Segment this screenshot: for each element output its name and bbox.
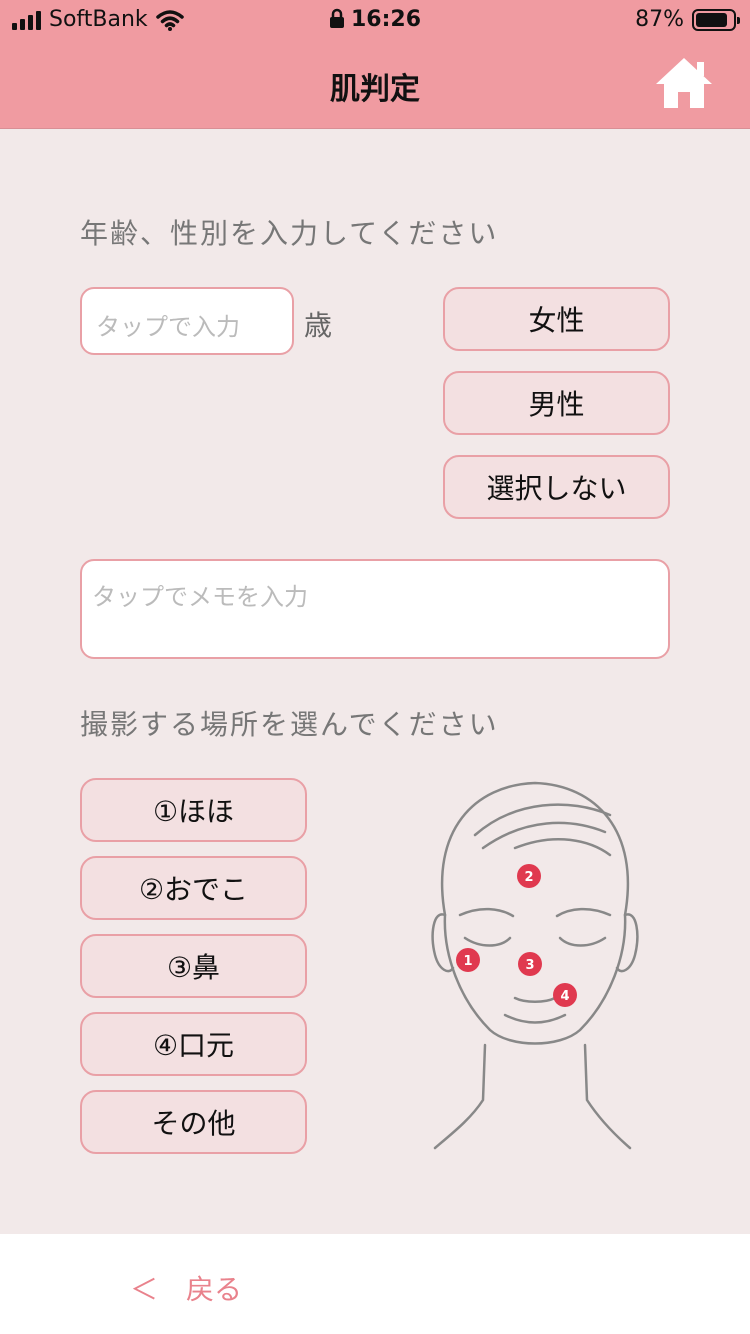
location-mouth-button[interactable]: ④口元 [80, 1012, 307, 1076]
nav-bar: 肌判定 [0, 40, 750, 129]
home-icon[interactable] [654, 56, 714, 110]
age-input[interactable]: タップで入力 [80, 287, 294, 355]
age-gender-label: 年齢、性別を入力してください [80, 217, 499, 250]
gender-male-button[interactable]: 男性 [443, 371, 670, 435]
svg-text:2: 2 [524, 870, 533, 885]
memo-input[interactable]: タップでメモを入力 [80, 559, 670, 659]
gender-unspecified-button[interactable]: 選択しない [443, 455, 670, 519]
chevron-left-icon: ＜ [130, 1273, 159, 1306]
svg-text:1: 1 [463, 954, 472, 969]
footer-bar: ＜ 戻る [0, 1234, 750, 1334]
location-label: 撮影する場所を選んでください [80, 708, 499, 741]
battery-percent: 87% [635, 7, 684, 32]
page-title: 肌判定 [330, 72, 420, 107]
back-button[interactable]: ＜ 戻る [130, 1268, 242, 1308]
clock-time: 16:26 [350, 7, 422, 32]
location-forehead-button[interactable]: ②おでこ [80, 856, 307, 920]
back-label: 戻る [186, 1273, 243, 1306]
battery-icon [692, 8, 740, 31]
location-cheek-button[interactable]: ①ほほ [80, 778, 307, 842]
location-other-button[interactable]: その他 [80, 1090, 307, 1154]
svg-text:4: 4 [560, 989, 569, 1004]
status-bar: SoftBank 16:26 87% [0, 0, 750, 40]
age-unit: 歳 [304, 309, 333, 342]
svg-text:3: 3 [525, 958, 534, 973]
location-nose-button[interactable]: ③鼻 [80, 934, 307, 998]
gender-female-button[interactable]: 女性 [443, 287, 670, 351]
lock-icon [329, 8, 344, 28]
face-illustration: 1 2 3 4 [431, 781, 639, 1150]
